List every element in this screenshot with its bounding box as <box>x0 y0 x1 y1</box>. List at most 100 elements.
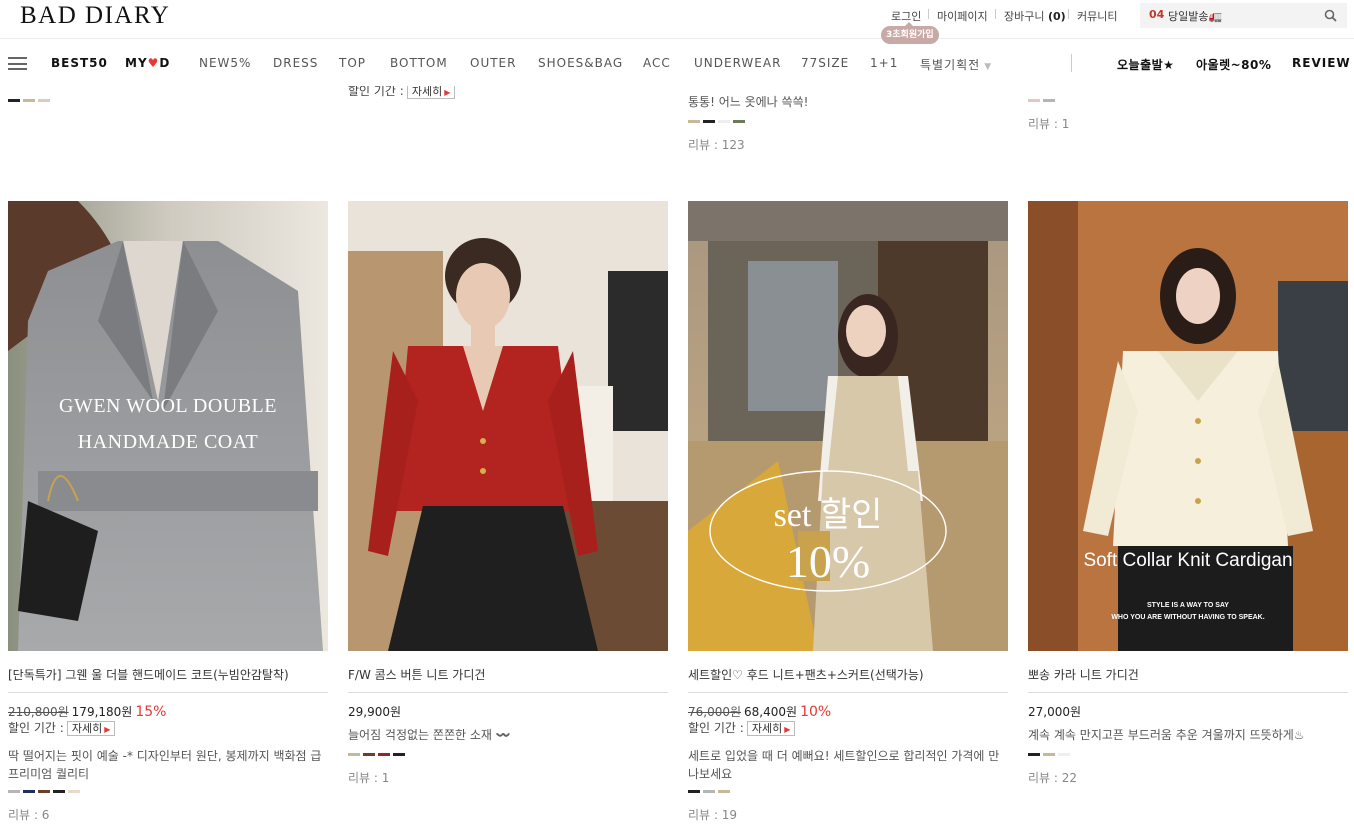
search-rank-number: 04 <box>1149 8 1165 21</box>
discount-period: 할인 기간 : 자세히 ▶ <box>688 719 796 736</box>
color-swatches <box>688 120 745 123</box>
sale-price: 68,400원 <box>744 705 798 719</box>
review-count[interactable]: 리뷰 : 123 <box>688 136 745 153</box>
nav-outlet[interactable]: 아울렛~80% <box>1196 56 1271 73</box>
description-line: 세트로 입었을 때 더 예뻐요! 세트할인으로 합리적인 가격에 만 <box>688 749 1000 763</box>
color-swatches <box>8 790 80 793</box>
product-photo-coat <box>8 201 328 651</box>
swatch <box>378 753 390 756</box>
product-photo-cardigan <box>348 201 668 651</box>
review-count[interactable]: 리뷰 : 1 <box>1028 115 1069 132</box>
site-logo[interactable]: BAD DIARY <box>20 2 170 30</box>
nav-outer[interactable]: OUTER <box>470 56 516 70</box>
detail-button-label: 자세히 <box>71 722 103 735</box>
swatch <box>8 99 20 102</box>
nav-special[interactable]: 특별기획전 ▼ <box>920 56 992 73</box>
nav-underwear[interactable]: UNDERWEAR <box>694 56 781 70</box>
product-photo-collar-cardigan <box>1028 201 1348 651</box>
image-overlay-subtitle: HANDMADE COAT <box>77 431 259 453</box>
color-swatches <box>8 99 50 102</box>
caret-right-icon: ▶ <box>784 725 791 734</box>
detail-button-label: 자세히 <box>751 722 783 735</box>
nav-77size[interactable]: 77SIZE <box>801 56 849 70</box>
community-link[interactable]: 커뮤니티 <box>1077 8 1117 24</box>
product-title[interactable]: [단독특가] 그웬 울 더블 핸드메이드 코트(누빔안감탈착) <box>8 666 328 693</box>
nav-divider <box>1071 54 1072 72</box>
product-image[interactable] <box>348 201 668 651</box>
nav-new[interactable]: NEW5% <box>199 56 251 70</box>
sale-price: 27,000원 <box>1028 705 1082 719</box>
detail-button-label: 자세히 <box>411 85 443 98</box>
product-title[interactable]: F/W 콤스 버튼 니트 가디건 <box>348 666 668 693</box>
cart-count: (0) <box>1047 10 1066 23</box>
discount-period-label: 할인 기간 : <box>688 721 744 735</box>
detail-button[interactable]: 자세히 ▶ <box>406 84 456 99</box>
swatch <box>718 790 730 793</box>
swatch <box>688 790 700 793</box>
swatch <box>1058 753 1070 756</box>
description-line: 딱 떨어지는 핏이 예술 -* 디자인부터 원단, 봉제까지 백화점 급 <box>8 749 322 763</box>
product-price: 27,000원 <box>1028 703 1081 720</box>
nav-d-label: D <box>159 56 171 70</box>
swatch <box>363 753 375 756</box>
description-line: 프리미엄 퀄리티 <box>8 767 90 781</box>
detail-button[interactable]: 자세히 ▶ <box>746 721 796 736</box>
product-title[interactable]: 세트할인♡ 후드 니트+팬츠+스커트(선택가능) <box>688 666 1008 693</box>
nav-my-label: MY <box>125 56 148 70</box>
nav-1plus1[interactable]: 1+1 <box>870 56 898 70</box>
detail-button[interactable]: 자세히 ▶ <box>66 721 116 736</box>
discount-period-label: 할인 기간 : <box>348 84 404 98</box>
swatch <box>703 120 715 123</box>
swatch <box>1043 753 1055 756</box>
swatch <box>23 99 35 102</box>
color-swatches <box>1028 753 1070 756</box>
nav-best50[interactable]: BEST50 <box>51 56 108 70</box>
product-description: 세트로 입었을 때 더 예뻐요! 세트할인으로 합리적인 가격에 만 나보세요 <box>688 747 1008 783</box>
nav-top[interactable]: TOP <box>339 56 366 70</box>
nav-dress[interactable]: DRESS <box>273 56 318 70</box>
discount-period-label: 할인 기간 : <box>8 721 64 735</box>
swatch <box>348 753 360 756</box>
product-image[interactable]: Soft Collar Knit Cardigan STYLE IS A WAY… <box>1028 201 1348 651</box>
image-overlay-caption: STYLE IS A WAY TO SAY <box>1147 602 1229 609</box>
signup-badge[interactable]: 3초회원가입 <box>881 22 939 44</box>
image-overlay-subtitle: 10% <box>785 536 871 587</box>
nav-special-label: 특별기획전 <box>920 58 981 72</box>
product-price: 210,800원 179,180원 15% <box>8 703 166 720</box>
nav-bottom[interactable]: BOTTOM <box>390 56 448 70</box>
swatch <box>23 790 35 793</box>
product-description: 늘어짐 걱정없는 쫀쫀한 소재 〰️ <box>348 728 511 742</box>
review-count[interactable]: 리뷰 : 6 <box>8 806 49 823</box>
product-price: 29,900원 <box>348 703 401 720</box>
product-title[interactable]: 뽀송 카라 니트 가디건 <box>1028 666 1348 693</box>
review-count[interactable]: 리뷰 : 1 <box>348 769 389 786</box>
util-divider <box>928 9 929 19</box>
swatch <box>1028 753 1040 756</box>
nav-shoes-bag[interactable]: SHOES&BAG <box>538 56 623 70</box>
cart-label: 장바구니 <box>1004 10 1045 23</box>
caret-right-icon: ▶ <box>444 88 451 97</box>
discount-percent: 15% <box>135 704 167 720</box>
nav-review[interactable]: REVIEW <box>1292 56 1351 70</box>
swatch <box>688 120 700 123</box>
review-count[interactable]: 리뷰 : 19 <box>688 806 737 823</box>
product-description: 계속 계속 만지고픈 부드러움 추운 겨울까지 뜨뜻하게♨ <box>1028 728 1305 742</box>
color-swatches <box>1028 99 1055 102</box>
search-icon[interactable] <box>1324 9 1337 22</box>
nav-today-ship[interactable]: 오늘출발★ <box>1117 56 1174 73</box>
review-count[interactable]: 리뷰 : 22 <box>1028 769 1077 786</box>
product-image[interactable]: GWEN WOOL DOUBLE HANDMADE COAT <box>8 201 328 651</box>
product-image[interactable]: set 할인 10% <box>688 201 1008 651</box>
swatch <box>1043 99 1055 102</box>
search-bar[interactable]: 04 당일발송🚛 <box>1140 3 1347 28</box>
nav-my-d[interactable]: MY♥D <box>125 56 170 70</box>
swatch <box>703 790 715 793</box>
mypage-link[interactable]: 마이페이지 <box>937 8 988 24</box>
nav-acc[interactable]: ACC <box>643 56 671 70</box>
caret-right-icon: ▶ <box>104 725 111 734</box>
util-divider <box>995 9 996 19</box>
util-divider <box>1068 9 1069 19</box>
main-nav: BEST50 MY♥D NEW5% DRESS TOP BOTTOM OUTER… <box>0 38 1354 86</box>
menu-icon[interactable] <box>8 57 27 70</box>
cart-link[interactable]: 장바구니 (0) <box>1004 8 1066 24</box>
